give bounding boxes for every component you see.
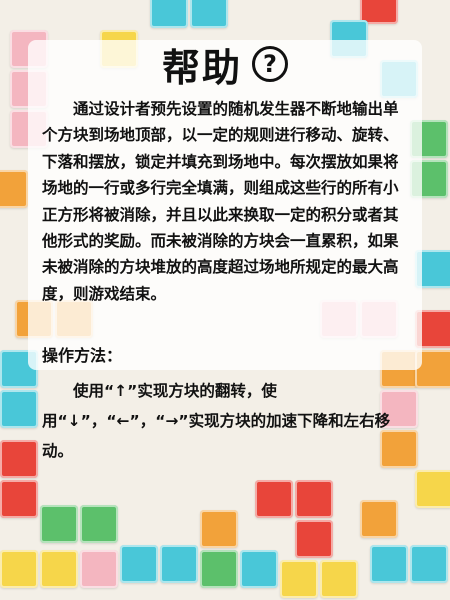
- tile-cyan: [160, 545, 198, 583]
- tile-cyan: [370, 545, 408, 583]
- controls-instructions: 使用“↑”实现方块的翻转，使用“↓”，“←”，“→”实现方块的加速下降和左右移动…: [42, 381, 391, 460]
- tile-pink: [80, 550, 118, 588]
- tile-yellow: [0, 550, 38, 588]
- tile-green: [40, 505, 78, 543]
- tile-cyan: [0, 390, 38, 428]
- tile-cyan: [410, 545, 448, 583]
- game-description: 通过设计者预先设置的随机发生器不断地输出单个方块到场地顶部，以一定的规则进行移动…: [42, 100, 399, 303]
- tile-orange: [360, 500, 398, 538]
- controls-heading: 操作方法：: [42, 346, 123, 366]
- tile-orange: [200, 510, 238, 548]
- help-header: 帮助 ?: [0, 38, 450, 90]
- tile-yellow: [415, 470, 450, 508]
- tile-yellow: [40, 550, 78, 588]
- question-mark-icon: ?: [252, 46, 288, 82]
- tile-green: [80, 505, 118, 543]
- tile-yellow: [280, 560, 318, 598]
- tile-cyan: [190, 0, 228, 28]
- help-content: 通过设计者预先设置的随机发生器不断地输出单个方块到场地顶部，以一定的规则进行移动…: [42, 96, 412, 466]
- tile-yellow: [320, 560, 358, 598]
- tile-cyan: [240, 550, 278, 588]
- tile-red: [295, 480, 333, 518]
- tile-red: [295, 520, 333, 558]
- tile-red: [0, 480, 38, 518]
- tile-cyan: [150, 0, 188, 28]
- tile-red: [255, 480, 293, 518]
- tile-green: [200, 550, 238, 588]
- tile-cyan: [120, 545, 158, 583]
- tile-red: [0, 440, 38, 478]
- tile-orange: [0, 170, 28, 208]
- page-title: 帮助: [161, 45, 242, 90]
